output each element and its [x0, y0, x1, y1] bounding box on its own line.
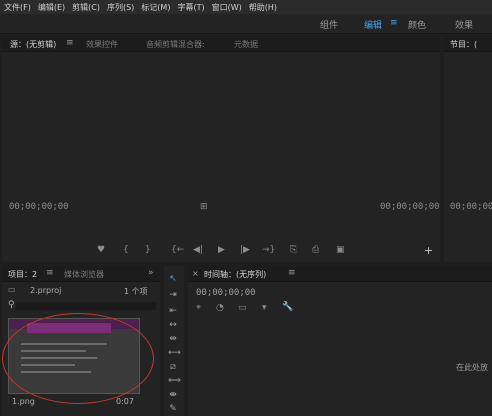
timeline-timecode[interactable]: 00;00;00;00 — [196, 288, 256, 298]
project-file-name: 2.prproj — [30, 286, 62, 295]
source-timecode-current[interactable]: 00;00;00;00 — [9, 202, 69, 212]
track-select-tool-icon[interactable]: ⇥ — [168, 290, 178, 301]
wrench-icon[interactable]: 🔧 — [282, 302, 293, 312]
insert-icon[interactable]: ⎘ — [290, 245, 297, 255]
menu-marker[interactable]: 标记(M) — [141, 2, 170, 13]
snap-icon[interactable]: ⌖ — [196, 303, 201, 313]
timeline-panel-tabs: × 时间轴：(无序列) ≡ — [188, 266, 492, 282]
add-marker-icon[interactable]: ♥ — [97, 245, 105, 255]
pen-tool-icon[interactable]: ⇼ — [168, 390, 178, 401]
tab-source[interactable]: 源：(无剪辑) — [10, 39, 56, 50]
ripple-edit-tool-icon[interactable]: ⇤ — [168, 306, 178, 317]
source-monitor-panel: 源：(无剪辑) ≡ 效果控件 音频剪辑混合器: 元数据 00;00;00;00 … — [2, 36, 440, 262]
source-timecode-duration: 00;00;00;00 — [380, 202, 440, 212]
tab-media-browser[interactable]: 媒体浏览器 — [64, 269, 104, 280]
annotation-circle — [2, 313, 154, 404]
workspace-effects[interactable]: 效果 — [455, 18, 473, 31]
step-forward-icon[interactable]: |▶ — [240, 245, 250, 255]
tab-audio-clip-mixer[interactable]: 音频剪辑混合器: — [146, 39, 205, 50]
menu-window[interactable]: 窗口(W) — [212, 2, 242, 13]
export-frame-icon[interactable]: ▣ — [336, 245, 345, 255]
program-monitor-panel: 节目：( 00;00;00;00 — [444, 36, 492, 262]
drop-media-hint: 在此处放 — [456, 363, 488, 372]
project-panel-tabs: 项目：2 ≡ 媒体浏览器 » — [2, 266, 160, 282]
menu-sequence[interactable]: 序列(S) — [107, 2, 134, 13]
workspace-color[interactable]: 颜色 — [408, 18, 426, 31]
mark-out-icon[interactable]: } — [145, 245, 151, 255]
menu-edit[interactable]: 编辑(E) — [38, 2, 65, 13]
source-panel-menu-icon[interactable]: ≡ — [66, 38, 74, 48]
menu-help[interactable]: 帮助(H) — [249, 2, 277, 13]
timeline-close-icon[interactable]: × — [192, 269, 199, 278]
search-icon[interactable]: ⚲ — [8, 300, 15, 310]
project-panel-menu-icon[interactable]: ≡ — [46, 268, 54, 278]
add-button-icon[interactable]: + — [424, 244, 433, 257]
go-to-out-icon[interactable]: →} — [262, 245, 275, 255]
hand-tool-icon[interactable]: ✎ — [168, 404, 178, 415]
search-input[interactable] — [16, 302, 156, 310]
add-marker-timeline-icon[interactable]: ▭ — [238, 303, 247, 313]
menu-file[interactable]: 文件(F) — [4, 2, 31, 13]
workspace-menu-icon[interactable]: ≡ — [390, 18, 398, 28]
rate-stretch-tool-icon[interactable]: ⇹ — [168, 334, 178, 345]
rolling-edit-tool-icon[interactable]: ↔ — [168, 320, 178, 331]
menu-clip[interactable]: 剪辑(C) — [72, 2, 100, 13]
clip-duration: 0:07 — [116, 397, 134, 406]
source-panel-tabs: 源：(无剪辑) ≡ 效果控件 音频剪辑混合器: 元数据 — [2, 36, 440, 52]
clip-name: 1.png — [12, 397, 35, 406]
slip-tool-icon[interactable]: ⧄ — [168, 362, 178, 373]
tab-metadata[interactable]: 元数据 — [234, 39, 258, 50]
program-timecode[interactable]: 00;00;00;00 — [450, 202, 492, 212]
tab-project[interactable]: 项目：2 — [8, 269, 37, 280]
more-panels-icon[interactable]: » — [148, 268, 154, 278]
folder-icon: ▭ — [8, 285, 16, 294]
timeline-menu-icon[interactable]: ≡ — [288, 268, 296, 278]
mark-in-icon[interactable]: { — [123, 245, 129, 255]
fit-zoom-icon[interactable]: ⊞ — [200, 202, 208, 212]
menu-title[interactable]: 字幕(T) — [177, 2, 204, 13]
play-icon[interactable]: ▶ — [218, 245, 225, 255]
tab-timeline[interactable]: 时间轴：(无序列) — [204, 269, 266, 280]
marker-icon[interactable]: ▾ — [262, 303, 267, 313]
tab-effect-controls[interactable]: 效果控件 — [86, 39, 118, 50]
workspace-bar: 组件 编辑 ≡ 颜色 效果 — [0, 14, 492, 34]
workspace-editing[interactable]: 编辑 — [364, 18, 382, 31]
go-to-in-icon[interactable]: {← — [171, 245, 184, 255]
timeline-panel: × 时间轴：(无序列) ≡ 00;00;00;00 ⌖ ◔ ▭ ▾ 🔧 在此处放 — [188, 266, 492, 416]
linked-selection-icon[interactable]: ◔ — [216, 303, 224, 313]
program-panel-tabs: 节目：( — [444, 36, 492, 52]
razor-tool-icon[interactable]: ⟷ — [168, 348, 181, 359]
menu-bar: 文件(F) 编辑(E) 剪辑(C) 序列(S) 标记(M) 字幕(T) 窗口(W… — [0, 0, 492, 14]
slide-tool-icon[interactable]: ⟺ — [168, 376, 181, 387]
step-back-icon[interactable]: ◀| — [193, 245, 203, 255]
overwrite-icon[interactable]: ⎙ — [312, 245, 319, 255]
workspace-assembly[interactable]: 组件 — [320, 18, 338, 31]
project-item-count: 1 个项 — [124, 287, 148, 296]
tab-program[interactable]: 节目：( — [450, 39, 477, 50]
selection-tool-icon[interactable]: ↖ — [168, 274, 178, 285]
